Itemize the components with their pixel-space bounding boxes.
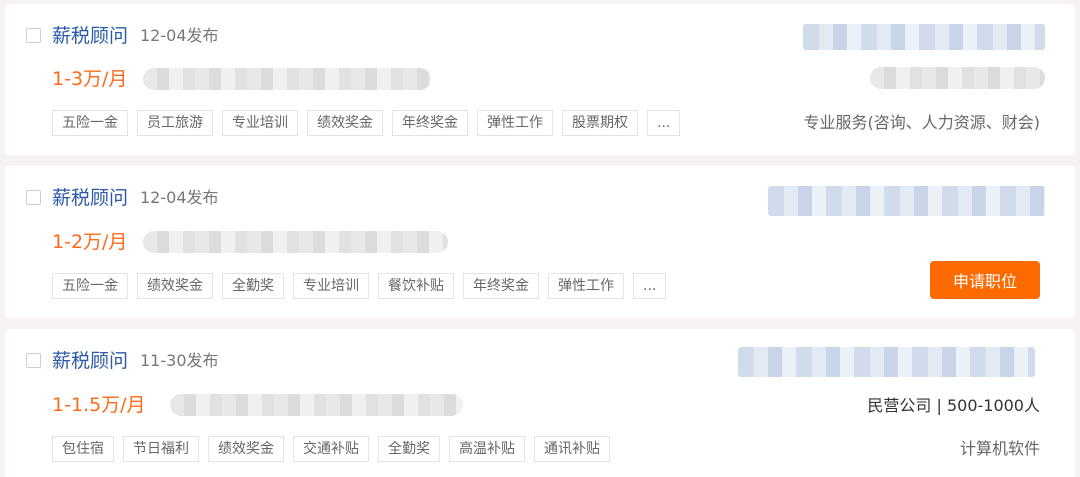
welfare-tag: 弹性工作 xyxy=(548,273,624,299)
welfare-tag: 弹性工作 xyxy=(477,110,553,136)
blurred-location xyxy=(143,68,431,90)
job-card[interactable]: 薪税顾问 12-04发布 1-2万/月 五险一金 绩效奖金 全勤奖 专业培训 餐… xyxy=(5,166,1075,318)
welfare-tags: 五险一金 员工旅游 专业培训 绩效奖金 年终奖金 弹性工作 股票期权 ... xyxy=(52,110,681,136)
job-title[interactable]: 薪税顾问 xyxy=(52,349,128,373)
welfare-tag: 高温补贴 xyxy=(449,436,525,462)
welfare-tag: 员工旅游 xyxy=(137,110,213,136)
job-card[interactable]: 薪税顾问 11-30发布 1-1.5万/月 民营公司 | 500-1000人 包… xyxy=(5,329,1075,477)
company-type-size: 民营公司 | 500-1000人 xyxy=(867,396,1040,415)
company-industry: 专业服务(咨询、人力资源、财会) xyxy=(803,113,1041,132)
welfare-tag: 年终奖金 xyxy=(392,110,468,136)
job-list: 薪税顾问 12-04发布 1-3万/月 五险一金 员工旅游 专业培训 绩效奖金 … xyxy=(0,0,1080,477)
blurred-company-name[interactable] xyxy=(803,24,1045,50)
welfare-tag: 股票期权 xyxy=(562,110,638,136)
welfare-tag: 年终奖金 xyxy=(463,273,539,299)
job-title[interactable]: 薪税顾问 xyxy=(52,186,128,210)
welfare-tag: 五险一金 xyxy=(52,110,128,136)
job-salary: 1-2万/月 xyxy=(52,231,128,253)
blurred-company-name[interactable] xyxy=(738,347,1035,377)
more-tags[interactable]: ... xyxy=(633,273,667,299)
welfare-tag: 专业培训 xyxy=(222,110,298,136)
job-card[interactable]: 薪税顾问 12-04发布 1-3万/月 五险一金 员工旅游 专业培训 绩效奖金 … xyxy=(5,4,1075,155)
job-salary: 1-3万/月 xyxy=(52,68,128,90)
job-title[interactable]: 薪税顾问 xyxy=(52,24,128,48)
welfare-tags: 包住宿 节日福利 绩效奖金 交通补贴 全勤奖 高温补贴 通讯补贴 xyxy=(52,436,610,462)
blurred-location xyxy=(170,394,463,416)
job-salary: 1-1.5万/月 xyxy=(52,394,146,416)
welfare-tag: 绩效奖金 xyxy=(137,273,213,299)
publish-date: 12-04发布 xyxy=(140,188,219,207)
welfare-tag: 通讯补贴 xyxy=(534,436,610,462)
welfare-tag: 全勤奖 xyxy=(222,273,284,299)
welfare-tag: 全勤奖 xyxy=(378,436,440,462)
company-industry: 计算机软件 xyxy=(959,439,1040,458)
select-checkbox[interactable] xyxy=(26,190,41,205)
publish-date: 11-30发布 xyxy=(140,351,219,370)
blurred-company-info xyxy=(870,67,1045,89)
welfare-tag: 绩效奖金 xyxy=(208,436,284,462)
welfare-tags: 五险一金 绩效奖金 全勤奖 专业培训 餐饮补贴 年终奖金 弹性工作 ... xyxy=(52,273,667,299)
welfare-tag: 交通补贴 xyxy=(293,436,369,462)
welfare-tag: 专业培训 xyxy=(293,273,369,299)
welfare-tag: 五险一金 xyxy=(52,273,128,299)
welfare-tag: 包住宿 xyxy=(52,436,114,462)
select-checkbox[interactable] xyxy=(26,353,41,368)
select-checkbox[interactable] xyxy=(26,28,41,43)
welfare-tag: 餐饮补贴 xyxy=(378,273,454,299)
welfare-tag: 绩效奖金 xyxy=(307,110,383,136)
blurred-location xyxy=(143,231,448,253)
blurred-company-name[interactable] xyxy=(768,186,1045,216)
welfare-tag: 节日福利 xyxy=(123,436,199,462)
publish-date: 12-04发布 xyxy=(140,26,219,45)
apply-job-button[interactable]: 申请职位 xyxy=(930,261,1040,299)
more-tags[interactable]: ... xyxy=(647,110,681,136)
